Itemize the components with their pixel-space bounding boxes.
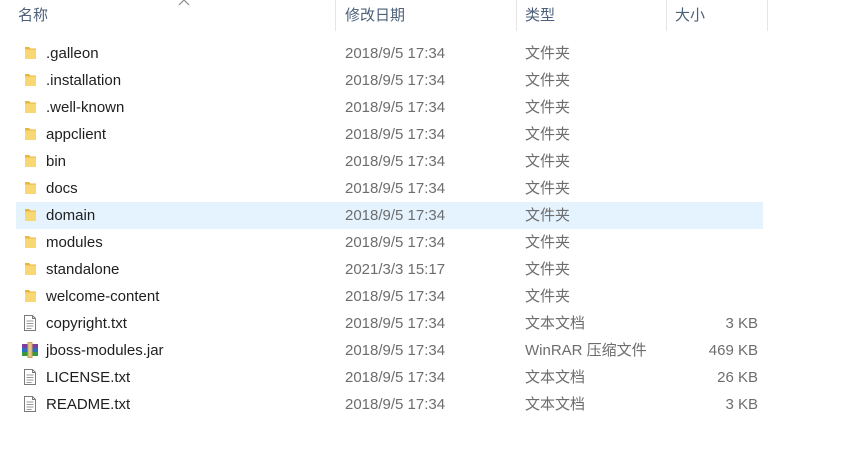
folder-icon [21, 98, 39, 116]
file-name: modules [46, 234, 103, 251]
file-size: 469 KB [708, 342, 758, 359]
file-row[interactable]: domain 2018/9/5 17:34 文件夹 [16, 202, 763, 229]
file-name: domain [46, 207, 96, 224]
file-type: 文本文档 [525, 396, 586, 413]
file-date-modified: 2018/9/5 17:34 [345, 396, 446, 413]
file-type: 文件夹 [525, 288, 571, 305]
sort-ascending-icon [178, 0, 190, 6]
folder-icon [21, 125, 39, 143]
file-type: 文件夹 [525, 153, 571, 170]
file-size [667, 202, 758, 229]
file-type: 文件夹 [525, 45, 571, 62]
file-name: welcome-content [46, 288, 160, 305]
folder-icon [21, 71, 39, 89]
file-row[interactable]: bin 2018/9/5 17:34 文件夹 [16, 148, 763, 175]
file-date-modified: 2018/9/5 17:34 [345, 72, 446, 89]
text-file-icon [21, 395, 39, 413]
file-row[interactable]: appclient 2018/9/5 17:34 文件夹 [16, 121, 763, 148]
file-name: copyright.txt [46, 315, 127, 332]
file-type: 文本文档 [525, 369, 586, 386]
folder-icon [21, 179, 39, 197]
file-row[interactable]: .installation 2018/9/5 17:34 文件夹 [16, 67, 763, 94]
column-header-name-label: 名称 [18, 7, 49, 24]
file-size [667, 40, 758, 67]
file-date-modified: 2018/9/5 17:34 [345, 288, 446, 305]
file-date-modified: 2018/9/5 17:34 [345, 342, 446, 359]
file-date-modified: 2018/9/5 17:34 [345, 207, 446, 224]
file-row[interactable]: README.txt 2018/9/5 17:34 文本文档 3 KB [16, 391, 763, 418]
file-date-modified: 2021/3/3 15:17 [345, 261, 446, 278]
folder-icon [21, 152, 39, 170]
file-date-modified: 2018/9/5 17:34 [345, 99, 446, 116]
file-size [667, 229, 758, 256]
file-size [667, 256, 758, 283]
file-name: .installation [46, 72, 122, 89]
column-header-name[interactable]: 名称 [10, 0, 336, 31]
file-size [667, 175, 758, 202]
folder-icon [21, 260, 39, 278]
column-header-type[interactable]: 类型 [517, 0, 667, 31]
file-name: bin [46, 153, 67, 170]
file-size [667, 94, 758, 121]
column-header-date[interactable]: 修改日期 [337, 0, 517, 31]
file-row[interactable]: welcome-content 2018/9/5 17:34 文件夹 [16, 283, 763, 310]
file-name: .galleon [46, 45, 99, 62]
file-type: WinRAR 压缩文件 [525, 342, 647, 359]
file-name: README.txt [46, 396, 131, 413]
file-size [667, 148, 758, 175]
file-type: 文件夹 [525, 126, 571, 143]
file-row[interactable]: copyright.txt 2018/9/5 17:34 文本文档 3 KB [16, 310, 763, 337]
file-name: .well-known [46, 99, 125, 116]
file-date-modified: 2018/9/5 17:34 [345, 126, 446, 143]
file-date-modified: 2018/9/5 17:34 [345, 180, 446, 197]
file-row[interactable]: .well-known 2018/9/5 17:34 文件夹 [16, 94, 763, 121]
winrar-archive-icon [21, 341, 39, 359]
column-header-type-label: 类型 [525, 7, 556, 24]
file-name: LICENSE.txt [46, 369, 131, 386]
file-size [667, 121, 758, 148]
file-name: appclient [46, 126, 107, 143]
file-date-modified: 2018/9/5 17:34 [345, 369, 446, 386]
folder-icon [21, 287, 39, 305]
file-date-modified: 2018/9/5 17:34 [345, 45, 446, 62]
file-date-modified: 2018/9/5 17:34 [345, 234, 446, 251]
file-type: 文本文档 [525, 315, 586, 332]
file-size: 3 KB [725, 315, 758, 332]
file-name: jboss-modules.jar [46, 342, 164, 359]
file-type: 文件夹 [525, 234, 571, 251]
folder-icon [21, 206, 39, 224]
file-row[interactable]: modules 2018/9/5 17:34 文件夹 [16, 229, 763, 256]
text-file-icon [21, 368, 39, 386]
file-row[interactable]: standalone 2021/3/3 15:17 文件夹 [16, 256, 763, 283]
file-name: docs [46, 180, 78, 197]
file-type: 文件夹 [525, 180, 571, 197]
column-header-size-label: 大小 [675, 7, 706, 24]
file-size: 3 KB [725, 396, 758, 413]
file-row[interactable]: jboss-modules.jar 2018/9/5 17:34 WinRAR 压缩… [16, 337, 763, 364]
file-type: 文件夹 [525, 261, 571, 278]
column-header-date-label: 修改日期 [345, 7, 406, 24]
folder-icon [21, 44, 39, 62]
file-date-modified: 2018/9/5 17:34 [345, 315, 446, 332]
file-row[interactable]: docs 2018/9/5 17:34 文件夹 [16, 175, 763, 202]
file-size [667, 67, 758, 94]
file-size [667, 283, 758, 310]
file-row[interactable]: .galleon 2018/9/5 17:34 文件夹 [16, 40, 763, 67]
column-header-bar: 名称 修改日期 类型 大小 [0, 0, 852, 31]
file-type: 文件夹 [525, 72, 571, 89]
file-type: 文件夹 [525, 207, 571, 224]
folder-icon [21, 233, 39, 251]
file-type: 文件夹 [525, 99, 571, 116]
column-header-size[interactable]: 大小 [667, 0, 768, 31]
file-size: 26 KB [717, 369, 758, 386]
file-name: standalone [46, 261, 120, 278]
file-date-modified: 2018/9/5 17:34 [345, 153, 446, 170]
file-row[interactable]: LICENSE.txt 2018/9/5 17:34 文本文档 26 KB [16, 364, 763, 391]
text-file-icon [21, 314, 39, 332]
